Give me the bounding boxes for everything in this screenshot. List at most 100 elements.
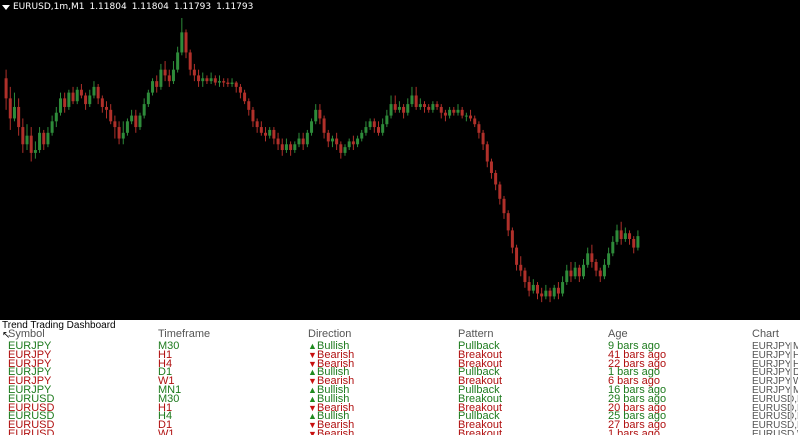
candle-body bbox=[573, 267, 577, 277]
candle-body bbox=[368, 121, 372, 128]
candle-body bbox=[268, 129, 272, 136]
candle-body bbox=[33, 150, 37, 153]
candle-body bbox=[389, 104, 393, 116]
candle-body bbox=[50, 121, 54, 133]
candle-body bbox=[284, 144, 288, 151]
candle-body bbox=[105, 106, 109, 110]
chart-info-header: EURUSD,1m,M1 1.11804 1.11804 1.11793 1.1… bbox=[2, 1, 258, 13]
candle-body bbox=[100, 98, 104, 107]
candle-body bbox=[259, 127, 263, 133]
candle-body bbox=[21, 127, 25, 145]
row-symbol: EURUSD bbox=[8, 429, 55, 435]
candle-body bbox=[485, 144, 489, 162]
candle-body bbox=[393, 104, 397, 110]
candle-body bbox=[452, 109, 456, 113]
candle-body bbox=[477, 124, 481, 133]
candle-body bbox=[205, 78, 209, 82]
candle-body bbox=[29, 135, 33, 153]
candle-body bbox=[305, 132, 309, 145]
row-age: 1 bars ago bbox=[608, 429, 660, 435]
candle-body bbox=[556, 287, 560, 294]
candle-body bbox=[217, 81, 221, 83]
chart-symbol-timeframe: EURUSD,1m,M1 bbox=[13, 2, 85, 12]
candle-body bbox=[272, 129, 276, 139]
candle-body bbox=[184, 32, 188, 53]
candle-body bbox=[163, 69, 167, 76]
header-age: Age bbox=[608, 329, 628, 340]
price-chart[interactable]: EURUSD,1m,M1 1.11804 1.11804 1.11793 1.1… bbox=[0, 0, 800, 320]
candle-body bbox=[356, 138, 360, 145]
candle-body bbox=[427, 106, 431, 110]
row-timeframe: W1 bbox=[158, 429, 175, 435]
candle-body bbox=[347, 141, 351, 148]
candle-body bbox=[544, 290, 548, 297]
candle-body bbox=[63, 98, 67, 107]
trend-trading-dashboard: Trend Trading Dashboard ↖ Symbol Timefra… bbox=[0, 320, 800, 435]
candle-body bbox=[376, 127, 380, 133]
candle-body bbox=[330, 138, 334, 142]
candle-body bbox=[46, 132, 50, 145]
candle-body bbox=[238, 86, 242, 93]
candle-body bbox=[138, 115, 142, 128]
candle-body bbox=[113, 121, 117, 128]
candle-body bbox=[561, 282, 565, 294]
candle-body bbox=[577, 267, 581, 277]
candle-body bbox=[75, 89, 79, 102]
candle-body bbox=[385, 115, 389, 125]
candle-body bbox=[489, 161, 493, 173]
candle-body bbox=[293, 144, 297, 151]
candle-body bbox=[230, 82, 234, 85]
candle-body bbox=[510, 230, 514, 248]
candle-body bbox=[234, 82, 238, 87]
dashboard-row[interactable]: EURUSD W1 ▼Bearish Breakout 1 bars ago EURUSD… bbox=[0, 429, 800, 435]
candle-body bbox=[569, 270, 573, 277]
candle-body bbox=[443, 112, 447, 116]
candle-body bbox=[565, 270, 569, 283]
candle-body bbox=[351, 141, 355, 145]
candle-body bbox=[121, 132, 125, 139]
candle-body bbox=[586, 253, 590, 265]
dropdown-triangle-icon[interactable] bbox=[2, 4, 10, 10]
row-chart-link[interactable]: EURUSD,W1 bbox=[752, 429, 798, 435]
candle-body bbox=[364, 127, 368, 133]
candle-body bbox=[8, 98, 12, 119]
candle-body bbox=[598, 270, 602, 277]
candle-body bbox=[222, 81, 226, 83]
candle-body bbox=[58, 98, 62, 113]
candle-body bbox=[548, 290, 552, 297]
candle-body bbox=[88, 95, 92, 105]
candle-body bbox=[481, 132, 485, 145]
candle-body bbox=[632, 238, 636, 248]
candle-body bbox=[343, 147, 347, 153]
dashboard-scroll-marks[interactable] bbox=[786, 342, 796, 422]
candle-body bbox=[410, 95, 414, 105]
candle-body bbox=[289, 144, 293, 151]
header-direction: Direction bbox=[308, 329, 352, 340]
candle-body bbox=[226, 82, 230, 85]
candle-body bbox=[255, 121, 259, 128]
candle-body bbox=[602, 264, 606, 277]
candle-body bbox=[42, 132, 46, 145]
candle-body bbox=[134, 115, 138, 128]
candle-body bbox=[615, 230, 619, 242]
candle-body bbox=[494, 172, 498, 185]
candle-body bbox=[628, 233, 632, 239]
candle-body bbox=[197, 75, 201, 82]
candle-body bbox=[435, 104, 439, 107]
header-timeframe: Timeframe bbox=[158, 329, 211, 340]
candle-body bbox=[276, 138, 280, 145]
candle-body bbox=[71, 92, 75, 102]
candle-body bbox=[335, 138, 339, 145]
candle-body bbox=[188, 52, 192, 70]
candle-body bbox=[117, 127, 121, 139]
row-direction-label: Bearish bbox=[317, 429, 355, 435]
arrow-down-icon: ▼ bbox=[308, 429, 317, 435]
candle-body bbox=[67, 92, 71, 107]
candle-body bbox=[209, 78, 213, 82]
candle-body bbox=[310, 121, 314, 133]
candle-body bbox=[159, 69, 163, 87]
candle-body bbox=[201, 78, 205, 82]
candle-body bbox=[623, 233, 627, 239]
candle-body bbox=[213, 78, 217, 83]
candle-body bbox=[397, 106, 401, 110]
